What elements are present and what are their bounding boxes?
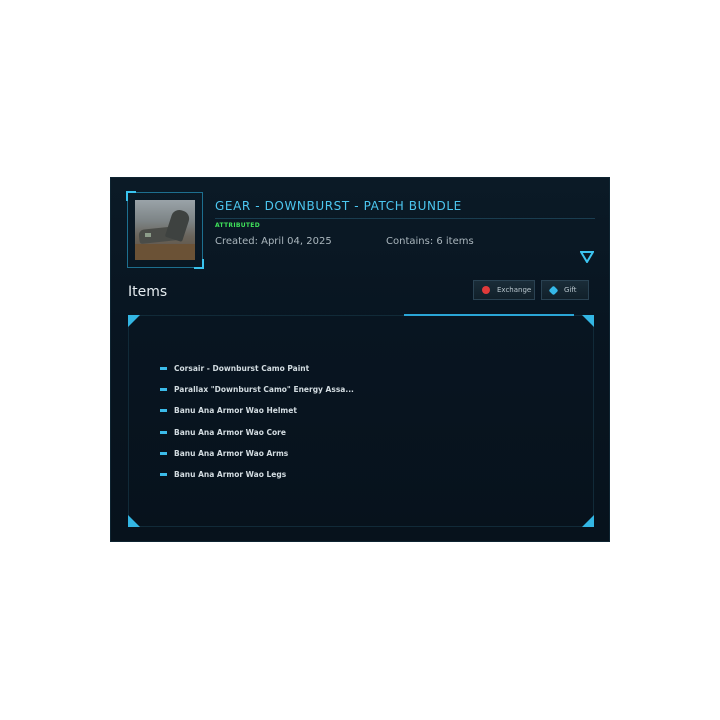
dash-icon: [160, 366, 167, 370]
exchange-button[interactable]: Exchange: [473, 280, 535, 300]
corner-accent: [128, 515, 140, 527]
dash-icon: [160, 408, 167, 412]
item-label: Banu Ana Armor Wao Helmet: [174, 405, 297, 415]
bundle-title: GEAR - DOWNBURST - PATCH BUNDLE: [215, 199, 462, 213]
corner-accent: [582, 515, 594, 527]
dash-icon: [160, 472, 167, 476]
items-list: [128, 315, 594, 527]
dash-icon: [160, 451, 167, 455]
item-count: Contains: 6 items: [386, 236, 474, 247]
gift-label: Gift: [564, 286, 577, 294]
created-date: Created: April 04, 2025: [215, 236, 332, 247]
list-item[interactable]: Banu Ana Armor Wao Legs: [160, 467, 286, 481]
corner-accent: [128, 315, 140, 327]
list-item[interactable]: Banu Ana Armor Wao Core: [160, 425, 286, 439]
status-badge: ATTRIBUTED: [215, 222, 260, 229]
list-item[interactable]: Banu Ana Armor Wao Helmet: [160, 403, 297, 417]
gift-button[interactable]: Gift: [541, 280, 589, 300]
item-label: Banu Ana Armor Wao Legs: [174, 469, 287, 479]
bundle-panel: GEAR - DOWNBURST - PATCH BUNDLE ATTRIBUT…: [110, 177, 610, 542]
list-item[interactable]: Corsair - Downburst Camo Paint: [160, 361, 309, 375]
exchange-icon: [482, 286, 490, 294]
list-item[interactable]: Parallax "Downburst Camo" Energy Assa...: [160, 382, 354, 396]
dash-icon: [160, 430, 167, 434]
chevron-down-icon[interactable]: [580, 251, 594, 263]
item-label: Corsair - Downburst Camo Paint: [174, 363, 310, 373]
dash-icon: [160, 387, 167, 391]
corner-accent: [582, 315, 594, 327]
bundle-thumbnail: [135, 200, 195, 260]
item-label: Banu Ana Armor Wao Core: [174, 427, 286, 437]
gift-icon: [548, 285, 559, 295]
title-divider: [215, 218, 595, 219]
item-label: Banu Ana Armor Wao Arms: [174, 448, 289, 458]
items-heading: Items: [128, 284, 168, 300]
list-accent-line: [404, 314, 574, 316]
exchange-label: Exchange: [497, 286, 532, 294]
item-label: Parallax "Downburst Camo" Energy Assa...: [174, 384, 354, 394]
list-item[interactable]: Banu Ana Armor Wao Arms: [160, 446, 288, 460]
bundle-thumbnail-frame[interactable]: [126, 191, 204, 269]
